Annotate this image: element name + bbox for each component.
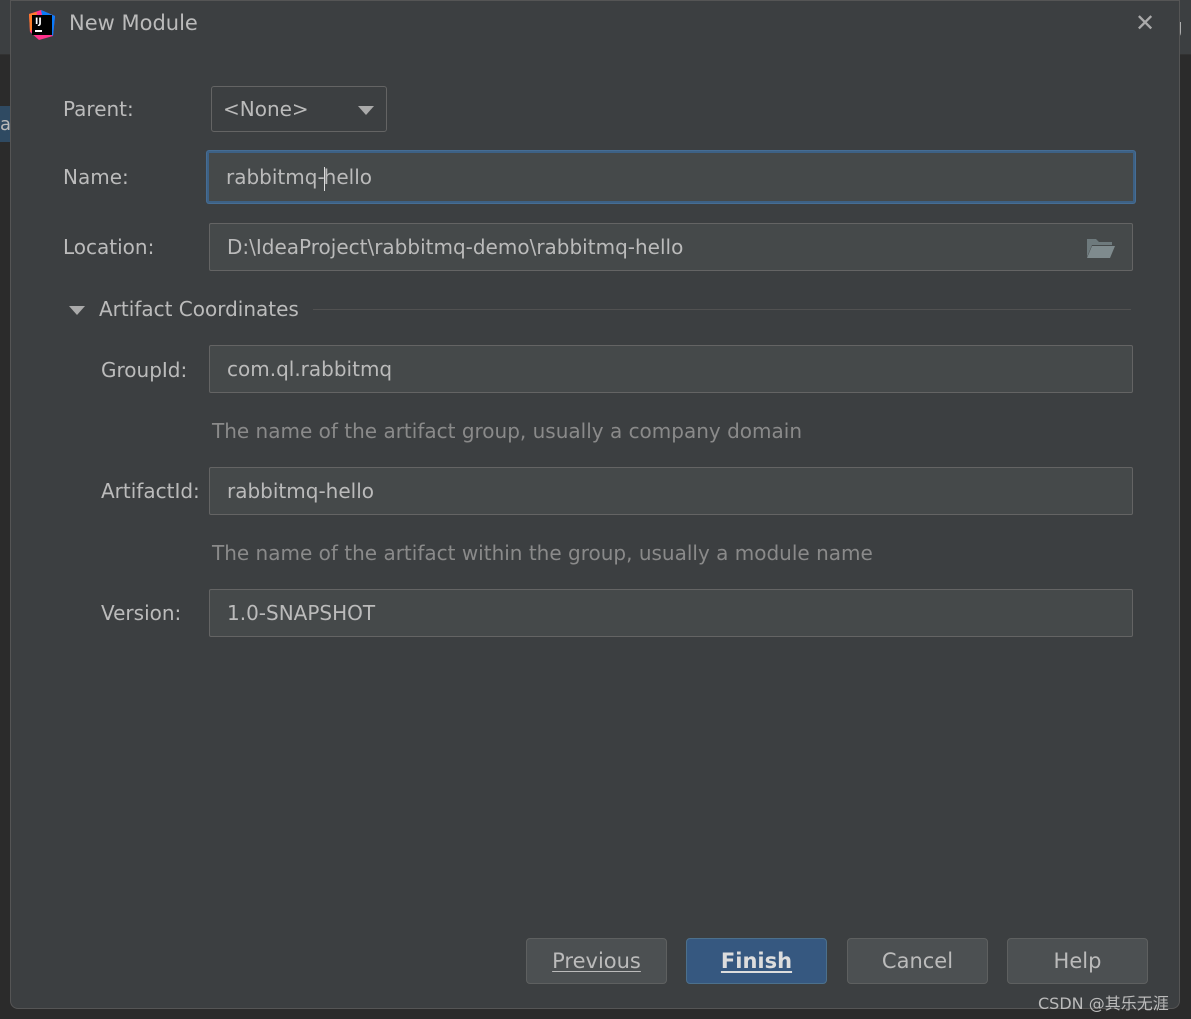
groupid-hint: The name of the artifact group, usually … bbox=[212, 419, 802, 443]
intellij-logo-icon: IJ bbox=[29, 10, 55, 40]
artifactid-value: rabbitmq-hello bbox=[227, 479, 374, 503]
artifactid-label: ArtifactId: bbox=[101, 479, 200, 503]
parent-value: <None> bbox=[223, 97, 309, 121]
svg-text:IJ: IJ bbox=[35, 17, 42, 27]
parent-label: Parent: bbox=[63, 97, 134, 121]
finish-button[interactable]: Finish bbox=[686, 938, 827, 984]
chevron-down-icon bbox=[358, 106, 374, 115]
artifactid-hint: The name of the artifact within the grou… bbox=[212, 541, 873, 565]
close-icon[interactable]: ✕ bbox=[1135, 9, 1155, 37]
dialog-title: New Module bbox=[69, 11, 198, 35]
name-value-end: hello bbox=[323, 165, 373, 189]
section-title: Artifact Coordinates bbox=[99, 297, 299, 321]
groupid-label: GroupId: bbox=[101, 358, 188, 382]
help-label: Help bbox=[1053, 949, 1102, 973]
cancel-label: Cancel bbox=[881, 949, 954, 973]
help-button[interactable]: Help bbox=[1007, 938, 1148, 984]
new-module-dialog: IJ New Module ✕ Parent: <None> Name: rab… bbox=[10, 0, 1180, 1009]
name-input[interactable]: rabbitmq-hello bbox=[207, 151, 1135, 203]
version-value: 1.0-SNAPSHOT bbox=[227, 601, 376, 625]
version-label: Version: bbox=[101, 601, 182, 625]
groupid-value: com.ql.rabbitmq bbox=[227, 357, 393, 381]
previous-button[interactable]: Previous bbox=[526, 938, 667, 984]
watermark: CSDN @其乐无涯 bbox=[1038, 994, 1169, 1013]
location-input[interactable]: D:\IdeaProject\rabbitmq-demo\rabbitmq-he… bbox=[209, 223, 1133, 271]
previous-label: Previous bbox=[552, 949, 641, 973]
groupid-input[interactable]: com.ql.rabbitmq bbox=[209, 345, 1133, 393]
name-value-start: rabbitmq- bbox=[226, 165, 325, 189]
parent-dropdown[interactable]: <None> bbox=[211, 86, 387, 132]
location-value: D:\IdeaProject\rabbitmq-demo\rabbitmq-he… bbox=[227, 235, 684, 259]
finish-label: Finish bbox=[720, 949, 793, 973]
artifact-coordinates-toggle[interactable]: Artifact Coordinates bbox=[69, 297, 299, 321]
name-label: Name: bbox=[63, 165, 129, 189]
folder-icon[interactable] bbox=[1086, 237, 1116, 259]
artifactid-input[interactable]: rabbitmq-hello bbox=[209, 467, 1133, 515]
cancel-button[interactable]: Cancel bbox=[847, 938, 988, 984]
section-divider bbox=[313, 309, 1131, 310]
location-label: Location: bbox=[63, 235, 155, 259]
triangle-down-icon bbox=[69, 306, 85, 315]
version-input[interactable]: 1.0-SNAPSHOT bbox=[209, 589, 1133, 637]
